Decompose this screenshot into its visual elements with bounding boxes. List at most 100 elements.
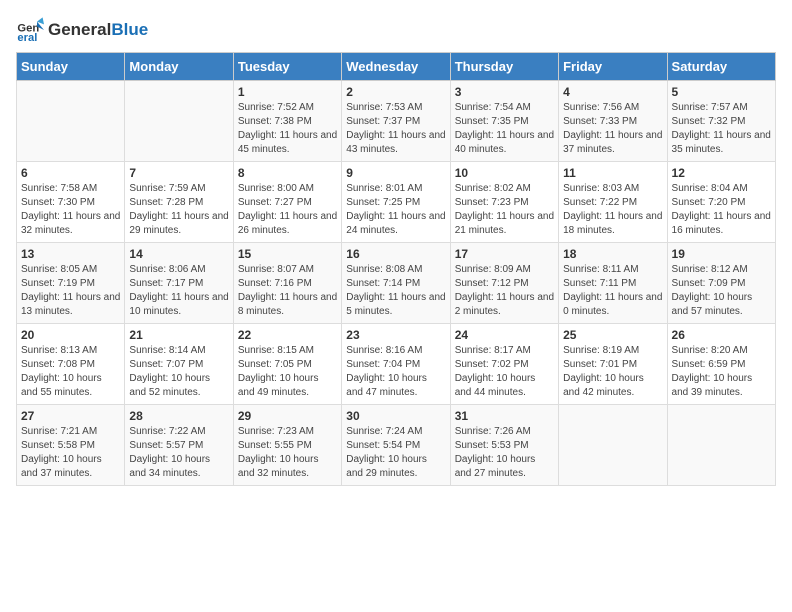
calendar-cell: 4 Sunrise: 7:56 AMSunset: 7:33 PMDayligh… [559,81,667,162]
calendar-cell: 10 Sunrise: 8:02 AMSunset: 7:23 PMDaylig… [450,162,558,243]
day-number: 9 [346,166,445,180]
cell-info: Sunrise: 7:22 AMSunset: 5:57 PMDaylight:… [129,425,228,481]
day-number: 11 [563,166,662,180]
cell-info: Sunrise: 7:52 AMSunset: 7:38 PMDaylight:… [238,101,337,157]
cell-info: Sunrise: 8:05 AMSunset: 7:19 PMDaylight:… [21,263,120,319]
day-number: 20 [21,328,120,342]
cell-info: Sunrise: 7:54 AMSunset: 7:35 PMDaylight:… [455,101,554,157]
day-number: 14 [129,247,228,261]
cell-info: Sunrise: 8:16 AMSunset: 7:04 PMDaylight:… [346,344,445,400]
calendar-cell: 8 Sunrise: 8:00 AMSunset: 7:27 PMDayligh… [233,162,341,243]
calendar-cell: 28 Sunrise: 7:22 AMSunset: 5:57 PMDaylig… [125,405,233,486]
day-number: 5 [672,85,771,99]
cell-info: Sunrise: 7:57 AMSunset: 7:32 PMDaylight:… [672,101,771,157]
day-number: 21 [129,328,228,342]
cell-info: Sunrise: 7:24 AMSunset: 5:54 PMDaylight:… [346,425,445,481]
calendar-cell: 21 Sunrise: 8:14 AMSunset: 7:07 PMDaylig… [125,324,233,405]
cell-info: Sunrise: 8:06 AMSunset: 7:17 PMDaylight:… [129,263,228,319]
calendar-cell: 27 Sunrise: 7:21 AMSunset: 5:58 PMDaylig… [17,405,125,486]
cell-info: Sunrise: 8:08 AMSunset: 7:14 PMDaylight:… [346,263,445,319]
calendar-cell: 6 Sunrise: 7:58 AMSunset: 7:30 PMDayligh… [17,162,125,243]
calendar-cell: 11 Sunrise: 8:03 AMSunset: 7:22 PMDaylig… [559,162,667,243]
calendar-cell: 29 Sunrise: 7:23 AMSunset: 5:55 PMDaylig… [233,405,341,486]
day-number: 23 [346,328,445,342]
calendar-cell: 13 Sunrise: 8:05 AMSunset: 7:19 PMDaylig… [17,243,125,324]
cell-info: Sunrise: 8:07 AMSunset: 7:16 PMDaylight:… [238,263,337,319]
header-day-sunday: Sunday [17,53,125,81]
calendar-cell: 25 Sunrise: 8:19 AMSunset: 7:01 PMDaylig… [559,324,667,405]
cell-info: Sunrise: 8:19 AMSunset: 7:01 PMDaylight:… [563,344,662,400]
week-row-3: 13 Sunrise: 8:05 AMSunset: 7:19 PMDaylig… [17,243,776,324]
calendar-cell: 7 Sunrise: 7:59 AMSunset: 7:28 PMDayligh… [125,162,233,243]
calendar-cell: 17 Sunrise: 8:09 AMSunset: 7:12 PMDaylig… [450,243,558,324]
day-number: 1 [238,85,337,99]
cell-info: Sunrise: 8:00 AMSunset: 7:27 PMDaylight:… [238,182,337,238]
day-number: 8 [238,166,337,180]
cell-info: Sunrise: 8:01 AMSunset: 7:25 PMDaylight:… [346,182,445,238]
calendar-cell: 1 Sunrise: 7:52 AMSunset: 7:38 PMDayligh… [233,81,341,162]
logo-icon: Gen eral [16,16,44,44]
day-number: 13 [21,247,120,261]
day-number: 25 [563,328,662,342]
calendar-cell: 5 Sunrise: 7:57 AMSunset: 7:32 PMDayligh… [667,81,775,162]
cell-info: Sunrise: 7:59 AMSunset: 7:28 PMDaylight:… [129,182,228,238]
calendar-cell: 3 Sunrise: 7:54 AMSunset: 7:35 PMDayligh… [450,81,558,162]
day-number: 24 [455,328,554,342]
logo-blue: Blue [111,20,148,39]
day-number: 15 [238,247,337,261]
day-number: 28 [129,409,228,423]
cell-info: Sunrise: 7:58 AMSunset: 7:30 PMDaylight:… [21,182,120,238]
day-number: 6 [21,166,120,180]
day-number: 27 [21,409,120,423]
header-day-monday: Monday [125,53,233,81]
cell-info: Sunrise: 8:02 AMSunset: 7:23 PMDaylight:… [455,182,554,238]
day-number: 12 [672,166,771,180]
calendar-cell: 22 Sunrise: 8:15 AMSunset: 7:05 PMDaylig… [233,324,341,405]
day-number: 29 [238,409,337,423]
cell-info: Sunrise: 8:13 AMSunset: 7:08 PMDaylight:… [21,344,120,400]
cell-info: Sunrise: 7:56 AMSunset: 7:33 PMDaylight:… [563,101,662,157]
calendar-cell: 12 Sunrise: 8:04 AMSunset: 7:20 PMDaylig… [667,162,775,243]
cell-info: Sunrise: 7:26 AMSunset: 5:53 PMDaylight:… [455,425,554,481]
cell-info: Sunrise: 8:20 AMSunset: 6:59 PMDaylight:… [672,344,771,400]
calendar-cell [125,81,233,162]
calendar-cell: 23 Sunrise: 8:16 AMSunset: 7:04 PMDaylig… [342,324,450,405]
calendar-cell [17,81,125,162]
week-row-2: 6 Sunrise: 7:58 AMSunset: 7:30 PMDayligh… [17,162,776,243]
day-number: 22 [238,328,337,342]
calendar-cell: 26 Sunrise: 8:20 AMSunset: 6:59 PMDaylig… [667,324,775,405]
calendar-cell [559,405,667,486]
week-row-5: 27 Sunrise: 7:21 AMSunset: 5:58 PMDaylig… [17,405,776,486]
day-number: 30 [346,409,445,423]
cell-info: Sunrise: 7:21 AMSunset: 5:58 PMDaylight:… [21,425,120,481]
week-row-4: 20 Sunrise: 8:13 AMSunset: 7:08 PMDaylig… [17,324,776,405]
header-day-thursday: Thursday [450,53,558,81]
day-number: 7 [129,166,228,180]
header-day-saturday: Saturday [667,53,775,81]
day-number: 26 [672,328,771,342]
cell-info: Sunrise: 8:15 AMSunset: 7:05 PMDaylight:… [238,344,337,400]
header-day-wednesday: Wednesday [342,53,450,81]
calendar-cell: 16 Sunrise: 8:08 AMSunset: 7:14 PMDaylig… [342,243,450,324]
calendar-header-row: SundayMondayTuesdayWednesdayThursdayFrid… [17,53,776,81]
day-number: 18 [563,247,662,261]
cell-info: Sunrise: 8:12 AMSunset: 7:09 PMDaylight:… [672,263,771,319]
calendar-cell: 31 Sunrise: 7:26 AMSunset: 5:53 PMDaylig… [450,405,558,486]
cell-info: Sunrise: 8:17 AMSunset: 7:02 PMDaylight:… [455,344,554,400]
calendar-cell: 30 Sunrise: 7:24 AMSunset: 5:54 PMDaylig… [342,405,450,486]
cell-info: Sunrise: 7:53 AMSunset: 7:37 PMDaylight:… [346,101,445,157]
week-row-1: 1 Sunrise: 7:52 AMSunset: 7:38 PMDayligh… [17,81,776,162]
calendar-table: SundayMondayTuesdayWednesdayThursdayFrid… [16,52,776,486]
svg-text:eral: eral [17,32,37,44]
calendar-cell: 18 Sunrise: 8:11 AMSunset: 7:11 PMDaylig… [559,243,667,324]
calendar-cell: 19 Sunrise: 8:12 AMSunset: 7:09 PMDaylig… [667,243,775,324]
calendar-cell: 20 Sunrise: 8:13 AMSunset: 7:08 PMDaylig… [17,324,125,405]
calendar-cell: 9 Sunrise: 8:01 AMSunset: 7:25 PMDayligh… [342,162,450,243]
logo: Gen eral GeneralBlue [16,16,148,44]
calendar-cell: 24 Sunrise: 8:17 AMSunset: 7:02 PMDaylig… [450,324,558,405]
cell-info: Sunrise: 8:04 AMSunset: 7:20 PMDaylight:… [672,182,771,238]
cell-info: Sunrise: 8:11 AMSunset: 7:11 PMDaylight:… [563,263,662,319]
day-number: 10 [455,166,554,180]
cell-info: Sunrise: 8:09 AMSunset: 7:12 PMDaylight:… [455,263,554,319]
calendar-cell: 2 Sunrise: 7:53 AMSunset: 7:37 PMDayligh… [342,81,450,162]
